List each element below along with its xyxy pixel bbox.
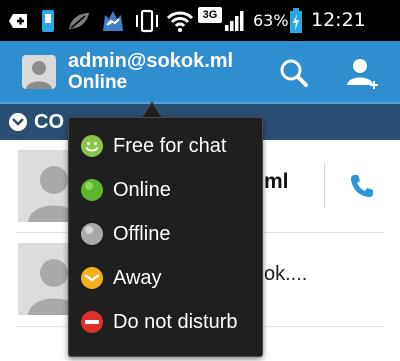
divider [324, 162, 325, 208]
contact-subtitle: ok.... [264, 263, 308, 285]
menu-item-label: Away [113, 266, 162, 289]
contact-name: ml [264, 170, 289, 193]
menu-item-label: Online [113, 178, 171, 201]
battery-charging-icon [288, 6, 304, 36]
phone-icon[interactable] [340, 164, 384, 208]
menu-item-do-not-disturb[interactable]: Do not disturb [69, 300, 262, 344]
menu-item-free-for-chat[interactable]: Free for chat [69, 124, 262, 168]
away-icon [81, 267, 103, 289]
action-bar: admin@sokok.ml Online [0, 41, 400, 102]
offline-dot-icon [81, 223, 103, 245]
menu-item-offline[interactable]: Offline [69, 212, 262, 256]
wolf-icon [98, 6, 128, 36]
menu-item-online[interactable]: Online [69, 168, 262, 212]
clock: 12:21 AM [311, 9, 366, 72]
menu-item-away[interactable]: Away [69, 256, 262, 300]
menu-item-label: Offline [113, 222, 171, 245]
online-dot-icon [81, 179, 103, 201]
menu-item-label: Free for chat [113, 134, 227, 157]
group-label: CO [34, 111, 64, 133]
popup-arrow-fill [142, 103, 162, 118]
add-icon [8, 6, 32, 36]
search-icon[interactable] [272, 51, 316, 95]
status-menu: Free for chat Online Offline Away Do not… [68, 117, 263, 357]
do-not-disturb-icon [81, 311, 103, 333]
account-name[interactable]: admin@sokok.ml [68, 50, 233, 72]
wifi-icon [164, 6, 196, 36]
avatar-icon[interactable] [22, 55, 56, 89]
status-bar: 3G 63% 12:21 AM [0, 0, 400, 72]
chevron-down-icon [9, 113, 27, 131]
menu-item-label: Do not disturb [113, 310, 238, 333]
signal-icon [222, 6, 248, 36]
leaf-icon [66, 6, 92, 36]
vibrate-icon [134, 6, 160, 36]
battery-percent: 63% [253, 11, 289, 30]
account-status[interactable]: Online [68, 72, 127, 94]
add-contact-icon[interactable] [340, 51, 384, 95]
sim-card-icon [38, 6, 58, 36]
smiley-icon [81, 135, 103, 157]
network-3g-icon: 3G [198, 7, 222, 23]
